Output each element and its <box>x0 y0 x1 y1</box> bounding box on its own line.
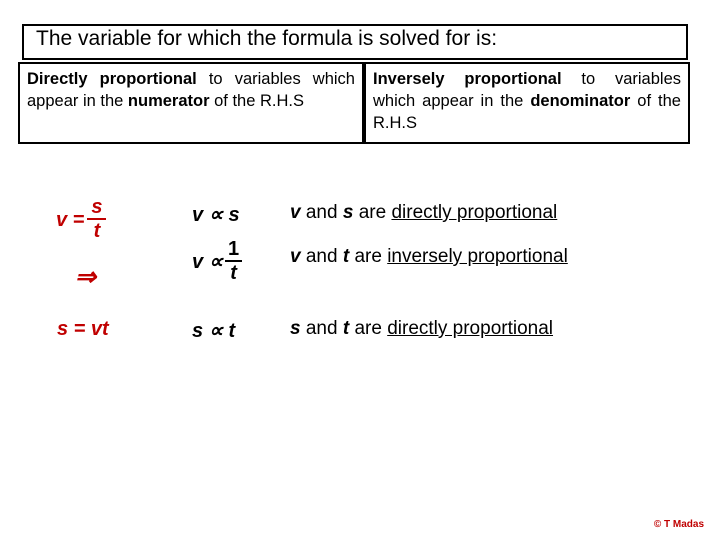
prop2-fraction: 1t <box>224 239 243 284</box>
prop3-left: s <box>192 320 204 342</box>
statement-1-and: and <box>305 202 338 223</box>
prop3-symbol: ∝ <box>208 320 223 342</box>
prop3-right: t <box>228 320 236 342</box>
proportion-v-inv-t: v ∝ 1 t <box>192 239 243 285</box>
formula-distance: s = vt <box>57 318 109 340</box>
statement-3-var1: s <box>290 318 301 339</box>
formula-denominator: t <box>93 220 101 242</box>
prop1-symbol: ∝ <box>208 204 223 226</box>
header-left-plain-3: of the R.H.S <box>214 91 304 110</box>
statement-2-are: are <box>354 246 382 267</box>
copyright-credit: © T Madas <box>653 519 704 530</box>
header-left-bold-3: numerator <box>127 91 210 110</box>
prop2-left: v <box>192 250 204 273</box>
statement-2-var2: t <box>342 246 350 267</box>
proportion-s-t: s ∝ t <box>192 318 235 343</box>
header-box-inversely: Inversely proportional to variables whic… <box>364 62 690 144</box>
header-right-bold-3: denominator <box>530 91 631 110</box>
statement-3-are: are <box>354 318 382 339</box>
statement-1-var1: v <box>290 202 301 223</box>
proportion-v-s: v ∝ s <box>192 202 240 227</box>
prop2-denominator: t <box>230 262 237 284</box>
header-left-bold-2: proportional <box>99 70 197 88</box>
statement-1-are: are <box>358 202 387 223</box>
header-left-bold-1: Directly <box>27 70 88 88</box>
header-right-plain-1: to <box>581 70 596 88</box>
page-title: The variable for which the formula is so… <box>36 27 498 50</box>
statement-3-var2: t <box>342 318 350 339</box>
prop1-right: s <box>228 204 240 226</box>
prop1-left: v <box>192 204 204 226</box>
statement-row: s and t are directly proportional <box>290 318 553 340</box>
formula-speed: v = s t <box>56 197 107 243</box>
statement-2-and: and <box>305 246 338 267</box>
statement-1-var2: s <box>342 202 354 223</box>
statement-1-relation: directly proportional <box>391 202 558 223</box>
header-left-plain-1: to <box>208 70 223 88</box>
equations-area: v = s t ⇒ s = vt v ∝ s v ∝ 1 t s ∝ t v and s… <box>0 150 720 380</box>
statement-row: v and t are inversely proportional <box>290 246 568 268</box>
statement-3-and: and <box>305 318 338 339</box>
formula-lead: v = <box>56 209 85 231</box>
statement-2-relation: inversely proportional <box>387 246 568 267</box>
prop2-numerator: 1 <box>224 239 243 262</box>
formula-fraction: st <box>87 197 107 242</box>
formula-numerator: s <box>87 197 107 220</box>
header-box-directly: Directly proportional to variables which… <box>18 62 364 144</box>
implies-icon: ⇒ <box>75 263 96 291</box>
prop2-symbol: ∝ <box>208 250 223 273</box>
header-right-bold-1: Inversely <box>373 70 445 88</box>
statement-2-var1: v <box>290 246 301 267</box>
statement-3-relation: directly proportional <box>387 318 554 339</box>
statement-row: v and s are directly proportional <box>290 202 557 224</box>
header-right-bold-2: proportional <box>464 70 562 88</box>
